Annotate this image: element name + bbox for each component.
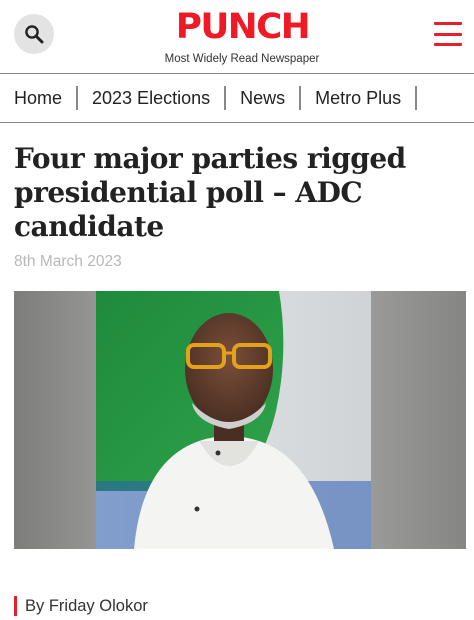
- article-byline: By Friday Olokor: [14, 596, 148, 616]
- search-icon: [25, 25, 44, 44]
- article-photo[interactable]: [14, 291, 466, 549]
- nav-item-metro-plus[interactable]: Metro Plus: [301, 86, 418, 110]
- nav-item-home[interactable]: Home: [0, 86, 79, 110]
- article-date: 8th March 2023: [14, 253, 122, 270]
- article-headline: Four major parties rigged presidential p…: [14, 142, 406, 243]
- logo-wordmark: PUNCH: [175, 7, 310, 47]
- site-logo[interactable]: PUNCH Most Widely Read Newspaper: [162, 8, 322, 66]
- category-nav: Home 2023 Elections News Metro Plus: [0, 73, 474, 123]
- logo-tagline: Most Widely Read Newspaper: [164, 53, 320, 65]
- nav-item-2023-elections[interactable]: 2023 Elections: [78, 86, 227, 110]
- site-header: PUNCH Most Widely Read Newspaper: [0, 0, 474, 72]
- byline-accent-bar: [14, 596, 17, 616]
- search-button[interactable]: [14, 14, 54, 54]
- byline-author[interactable]: By Friday Olokor: [25, 597, 148, 616]
- nav-item-news[interactable]: News: [226, 86, 302, 110]
- article-photo-image: [14, 291, 466, 549]
- hamburger-menu-icon[interactable]: [434, 22, 462, 46]
